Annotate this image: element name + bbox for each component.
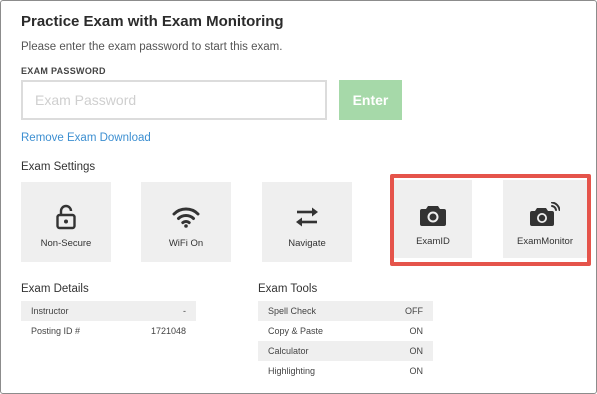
exam-settings-heading: Exam Settings bbox=[21, 161, 96, 173]
tools-row: Copy & Paste ON bbox=[258, 321, 433, 341]
highlight-box bbox=[390, 174, 591, 266]
tools-row: Calculator ON bbox=[258, 341, 433, 361]
wifi-icon bbox=[172, 204, 200, 230]
tools-row-value: ON bbox=[409, 346, 424, 356]
unlocked-padlock-icon bbox=[56, 204, 76, 230]
details-row: Posting ID # 1721048 bbox=[21, 321, 196, 341]
tools-row-label: Spell Check bbox=[268, 306, 317, 316]
setting-tile-label: Non-Secure bbox=[40, 238, 92, 249]
tools-row-value: OFF bbox=[405, 306, 423, 316]
details-row-value: 1721048 bbox=[150, 326, 186, 336]
page-title: Practice Exam with Exam Monitoring bbox=[21, 13, 284, 30]
setting-tile-label: Navigate bbox=[288, 238, 326, 249]
tools-row-label: Highlighting bbox=[268, 366, 316, 376]
setting-tile-non-secure: Non-Secure bbox=[21, 182, 111, 262]
details-row-value: - bbox=[183, 306, 186, 316]
details-row-label: Instructor bbox=[31, 306, 69, 316]
enter-button[interactable]: Enter bbox=[339, 80, 402, 120]
tools-row: Highlighting ON bbox=[258, 361, 433, 381]
exam-details-heading: Exam Details bbox=[21, 283, 89, 295]
instructions-text: Please enter the exam password to start … bbox=[21, 41, 283, 53]
exam-panel: Practice Exam with Exam Monitoring Pleas… bbox=[0, 0, 597, 394]
password-label: EXAM PASSWORD bbox=[21, 66, 106, 76]
setting-tile-label: WiFi On bbox=[168, 238, 204, 249]
tools-row-value: ON bbox=[409, 366, 424, 376]
details-row: Instructor - bbox=[21, 301, 196, 321]
details-row-label: Posting ID # bbox=[31, 326, 81, 336]
tools-row-label: Copy & Paste bbox=[268, 326, 324, 336]
password-input[interactable] bbox=[21, 80, 327, 120]
tools-row-value: ON bbox=[409, 326, 424, 336]
tools-row-label: Calculator bbox=[268, 346, 309, 356]
setting-tile-navigate: Navigate bbox=[262, 182, 352, 262]
swap-arrows-icon bbox=[294, 204, 320, 230]
setting-tile-wifi: WiFi On bbox=[141, 182, 231, 262]
remove-exam-download-link[interactable]: Remove Exam Download bbox=[21, 132, 151, 144]
tools-row: Spell Check OFF bbox=[258, 301, 433, 321]
exam-tools-heading: Exam Tools bbox=[258, 283, 318, 295]
